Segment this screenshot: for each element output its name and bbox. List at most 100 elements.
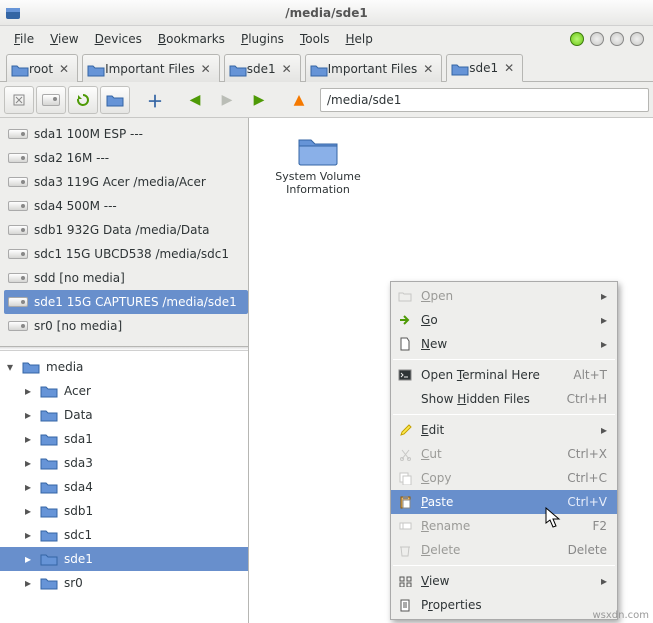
tab-label: sde1 — [469, 61, 498, 75]
status-dot-1[interactable] — [570, 32, 584, 46]
menu-item-open: Open ▸ — [391, 284, 617, 308]
menu-item-paste[interactable]: Paste Ctrl+V — [391, 490, 617, 514]
tree-row[interactable]: ▸sdc1 — [0, 523, 248, 547]
expander-icon[interactable]: ▸ — [22, 552, 34, 566]
tab-label: Important Files — [105, 62, 195, 76]
path-entry[interactable]: /media/sde1 — [320, 88, 649, 112]
tree-row[interactable]: ▸Data — [0, 403, 248, 427]
expander-icon[interactable]: ▸ — [22, 384, 34, 398]
tree-row[interactable]: ▸sr0 — [0, 571, 248, 595]
tree-row[interactable]: ▸sda4 — [0, 475, 248, 499]
device-label: sda4 500M --- — [34, 199, 117, 213]
paste-icon — [397, 495, 413, 509]
expander-icon[interactable]: ▸ — [22, 456, 34, 470]
tree-label: Acer — [64, 384, 91, 398]
close-icon[interactable]: ✕ — [280, 62, 294, 76]
device-row[interactable]: sr0 [no media] — [4, 314, 248, 338]
menu-item-go[interactable]: Go ▸ — [391, 308, 617, 332]
tree-row[interactable]: ▸sde1 — [0, 547, 248, 571]
tree-row[interactable]: ▸ Acer — [0, 379, 248, 403]
menu-devices[interactable]: Devices — [87, 28, 150, 50]
expander-icon[interactable]: ▸ — [22, 480, 34, 494]
device-row[interactable]: sdd [no media] — [4, 266, 248, 290]
status-dot-2[interactable] — [590, 32, 604, 46]
menu-file[interactable]: File — [6, 28, 42, 50]
expander-icon[interactable]: ▸ — [22, 528, 34, 542]
tab-3[interactable]: Important Files ✕ — [305, 54, 443, 82]
menu-separator — [393, 414, 615, 415]
menu-separator — [393, 565, 615, 566]
expander-icon[interactable]: ▾ — [4, 360, 16, 374]
tool-refresh-button[interactable] — [68, 86, 98, 114]
menu-accel: Alt+T — [573, 368, 607, 382]
drive-icon — [8, 201, 28, 211]
device-row[interactable]: sda2 16M --- — [4, 146, 248, 170]
device-label: sr0 [no media] — [34, 319, 122, 333]
tool-folder-button[interactable] — [100, 86, 130, 114]
drive-icon — [8, 129, 28, 139]
device-row[interactable]: sdb1 932G Data /media/Data — [4, 218, 248, 242]
menu-item-delete: Delete Delete — [391, 538, 617, 562]
nav-forward2-button[interactable]: ▶ — [244, 86, 274, 114]
terminal-icon — [397, 369, 413, 381]
device-row[interactable]: sda3 119G Acer /media/Acer — [4, 170, 248, 194]
close-icon[interactable]: ✕ — [199, 62, 213, 76]
tab-2[interactable]: sde1 ✕ — [224, 54, 301, 82]
tree-label: sda3 — [64, 456, 93, 470]
expander-icon[interactable]: ▸ — [22, 576, 34, 590]
menu-label: View — [421, 574, 593, 588]
device-row[interactable]: sda1 100M ESP --- — [4, 122, 248, 146]
menu-item-properties[interactable]: Properties — [391, 593, 617, 617]
nav-back-button[interactable]: ◀ — [180, 86, 210, 114]
menubar: File View Devices Bookmarks Plugins Tool… — [0, 26, 653, 52]
nav-forward-button[interactable]: ▶ — [212, 86, 242, 114]
drive-icon — [8, 225, 28, 235]
device-row[interactable]: sde1 15G CAPTURES /media/sde1 — [4, 290, 248, 314]
menu-item-terminal[interactable]: Open Terminal Here Alt+T — [391, 363, 617, 387]
menu-item-new[interactable]: New ▸ — [391, 332, 617, 356]
close-icon[interactable]: ✕ — [421, 62, 435, 76]
menu-item-edit[interactable]: Edit ▸ — [391, 418, 617, 442]
menu-item-hidden[interactable]: Show Hidden Files Ctrl+H — [391, 387, 617, 411]
folder-icon — [40, 480, 58, 494]
submenu-arrow-icon: ▸ — [601, 337, 607, 351]
device-label: sde1 15G CAPTURES /media/sde1 — [34, 295, 237, 309]
expander-icon[interactable]: ▸ — [22, 432, 34, 446]
menu-label: Rename — [421, 519, 584, 533]
close-icon[interactable]: ✕ — [57, 62, 71, 76]
tree-row[interactable]: ▸sda1 — [0, 427, 248, 451]
folder-tree[interactable]: ▾media▸Acer▸Data▸sda1▸sda3▸sda4▸sdb1▸sdc… — [0, 350, 248, 623]
tool-add-button[interactable]: ＋ — [140, 86, 170, 114]
tool-settings-button[interactable] — [4, 86, 34, 114]
expander-icon[interactable]: ▸ — [22, 504, 34, 518]
menu-view[interactable]: View — [42, 28, 86, 50]
tool-drive-button[interactable] — [36, 86, 66, 114]
expander-icon[interactable]: ▸ — [22, 408, 34, 422]
window-titlebar: /media/sde1 — [0, 0, 653, 26]
device-row[interactable]: sdc1 15G UBCD538 /media/sdc1 — [4, 242, 248, 266]
tree-row[interactable]: ▸sdb1 — [0, 499, 248, 523]
menu-label: New — [421, 337, 593, 351]
tree-row-root[interactable]: ▾media — [0, 355, 248, 379]
drive-icon — [8, 249, 28, 259]
menu-tools[interactable]: Tools — [292, 28, 338, 50]
nav-up-button[interactable]: ▲ — [284, 86, 314, 114]
menu-bookmarks[interactable]: Bookmarks — [150, 28, 233, 50]
status-dot-3[interactable] — [610, 32, 624, 46]
device-label: sdb1 932G Data /media/Data — [34, 223, 210, 237]
close-icon[interactable]: ✕ — [502, 61, 516, 75]
menu-item-viewm[interactable]: View ▸ — [391, 569, 617, 593]
folder-icon — [40, 552, 58, 566]
tab-1[interactable]: Important Files ✕ — [82, 54, 220, 82]
folder-icon — [229, 63, 243, 75]
menu-help[interactable]: Help — [338, 28, 381, 50]
app-icon — [0, 5, 26, 21]
tab-0[interactable]: root ✕ — [6, 54, 78, 82]
status-dot-4[interactable] — [630, 32, 644, 46]
device-row[interactable]: sda4 500M --- — [4, 194, 248, 218]
tree-row[interactable]: ▸ sda3 — [0, 451, 248, 475]
delete-icon — [397, 544, 413, 557]
folder-item[interactable]: System Volume Information — [273, 132, 363, 196]
menu-plugins[interactable]: Plugins — [233, 28, 292, 50]
tab-4[interactable]: sde1 ✕ — [446, 54, 523, 82]
